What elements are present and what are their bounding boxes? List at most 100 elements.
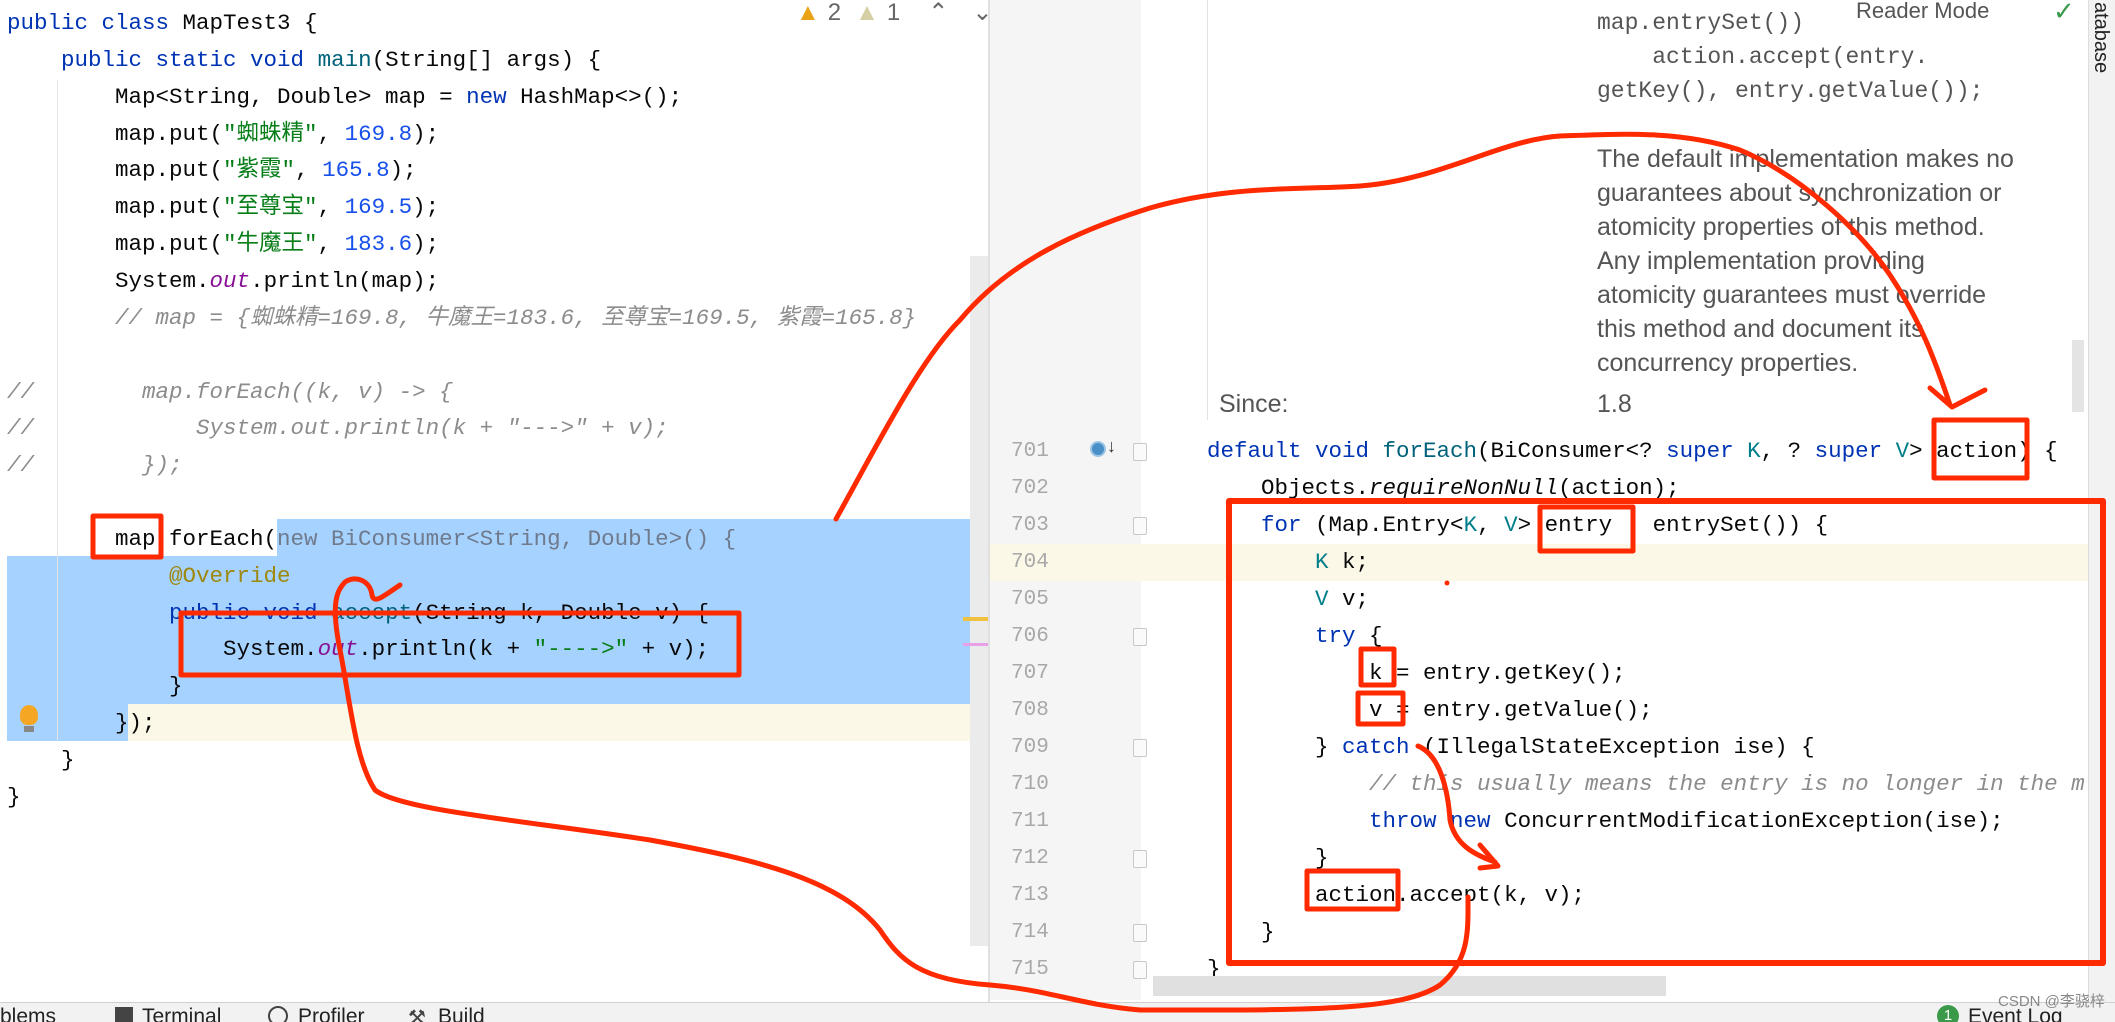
inspection-widget[interactable]: ▲ 2 ▲ 1 ⌃ ⌄ — [796, 0, 988, 27]
horizontal-scrollbar[interactable] — [1153, 976, 1666, 996]
lightbulb-icon[interactable] — [20, 705, 38, 725]
code-token: try — [1207, 623, 1370, 649]
code-line: // map.forEach((k, v) -> { — [7, 374, 453, 411]
fold-marker-icon[interactable] — [1133, 961, 1147, 979]
fold-marker-icon[interactable] — [1133, 924, 1147, 942]
profiler-tab[interactable]: Profiler — [298, 1005, 365, 1022]
code-line: Objects.requireNonNull(action); — [1207, 470, 1680, 507]
code-token: map.put( — [7, 157, 224, 184]
code-line: V v; — [1207, 581, 1369, 618]
code-token: default void — [1207, 438, 1383, 464]
code-token: out — [317, 636, 359, 663]
code-token: System. — [7, 636, 318, 663]
problems-tab[interactable]: blems — [0, 1005, 56, 1022]
code-token: accept — [331, 599, 413, 626]
chevron-up-icon[interactable]: ⌃ — [928, 0, 948, 27]
code-line: // this usually means the entry is no lo… — [1207, 766, 2085, 803]
vertical-scrollbar[interactable] — [970, 256, 988, 946]
database-tab[interactable]: atabase — [2089, 2, 2112, 73]
check-icon: ✓ — [2053, 0, 2075, 26]
code-token: v = entry.getValue(); — [1207, 697, 1653, 723]
code-line: map.put("蜘蛛精", 169.8); — [7, 116, 439, 153]
code-token: , — [317, 194, 345, 221]
line-number: 706 — [1011, 625, 1049, 648]
warning-count: 2 — [827, 0, 842, 26]
code-token: + v); — [628, 636, 710, 663]
code-token: ); — [412, 231, 440, 258]
fold-marker-icon[interactable] — [1133, 443, 1147, 461]
code-token: public class — [7, 10, 183, 36]
code-line: } catch (IllegalStateException ise) { — [1207, 729, 1815, 766]
scroll-marker-warning[interactable] — [963, 617, 988, 621]
fold-marker-icon[interactable] — [1133, 850, 1147, 868]
scroll-marker-info[interactable] — [963, 643, 988, 646]
code-line: System.out.println(map); — [7, 263, 439, 300]
build-tab[interactable]: Build — [438, 1005, 485, 1022]
code-token: System. — [7, 267, 210, 294]
code-token: requireNonNull — [1369, 475, 1559, 501]
doc-line: guarantees about synchronization or — [1597, 179, 2002, 207]
doc-line: this method and document its — [1597, 315, 1924, 343]
code-token: map.put( — [7, 231, 224, 258]
doc-line: atomicity guarantees must override — [1597, 281, 1987, 309]
code-token: V — [1207, 586, 1343, 612]
code-token: (String k, Double v) { — [412, 599, 710, 626]
line-number: 701 — [1011, 440, 1049, 463]
code-token: // }); — [7, 452, 183, 479]
code-token: for — [1207, 512, 1316, 538]
line-number: 714 — [1011, 921, 1049, 944]
code-token: (String[] args) { — [371, 46, 602, 73]
doc-line: concurrency properties. — [1597, 349, 1859, 377]
code-token: "牛魔王" — [223, 231, 318, 258]
weak-warning-count: 1 — [886, 0, 901, 26]
fold-marker-icon[interactable] — [1133, 628, 1147, 646]
code-token: "---->" — [533, 636, 629, 663]
override-icon[interactable] — [1090, 441, 1106, 457]
line-number: 715 — [1011, 958, 1049, 981]
popup-scrollbar[interactable] — [2072, 340, 2084, 412]
code-line: map.put("紫霞", 165.8); — [7, 152, 417, 189]
current-line-highlight — [990, 544, 2090, 581]
code-token: k; — [1342, 549, 1370, 575]
code-token: public static void — [7, 46, 318, 73]
lightbulb-base — [24, 726, 34, 732]
code-token: (IllegalStateException ise) { — [1423, 734, 1815, 760]
code-line: // map = {蜘蛛精=169.8, 牛魔王=183.6, 至尊宝=169.… — [7, 300, 916, 337]
code-token: // map = {蜘蛛精=169.8, 牛魔王=183.6, 至尊宝=169.… — [7, 304, 917, 331]
fold-marker-icon[interactable] — [1133, 517, 1147, 535]
code-token: 169.5 — [344, 194, 413, 221]
code-token: main — [317, 46, 372, 73]
code-token: // map.forEach((k, v) -> { — [7, 378, 453, 405]
code-token: K — [1207, 549, 1343, 575]
code-token: > action) { — [1909, 438, 2058, 464]
editor-right[interactable]: default void forEach(BiConsumer<? super … — [990, 0, 2115, 1000]
code-token: , — [295, 157, 323, 184]
doc-code-block: map.entrySet()) action.accept(entry. get… — [1597, 6, 1983, 108]
event-log-badge: 1 — [1937, 1005, 1959, 1022]
doc-paragraph: The default implementation makes no guar… — [1597, 142, 2014, 380]
fold-marker-icon[interactable] — [1133, 739, 1147, 757]
doc-line: The default implementation makes no — [1597, 145, 2014, 173]
side-tool-strip — [2088, 0, 2115, 1002]
code-token: ConcurrentModificationException(ise); — [1504, 808, 2004, 834]
code-token: { — [1369, 623, 1383, 649]
code-token: // System.out.println(k + "--->" + v); — [7, 415, 669, 442]
code-line: } — [1207, 914, 1275, 951]
editor-left[interactable]: public class MapTest3 { public static vo… — [0, 0, 988, 1000]
code-token: ); — [412, 120, 440, 147]
warning-icon: ▲ — [796, 0, 820, 26]
code-line: public class MapTest3 { — [7, 5, 318, 42]
code-line: throw new ConcurrentModificationExceptio… — [1207, 803, 2004, 840]
code-line: try { — [1207, 618, 1383, 655]
line-number: 703 — [1011, 514, 1049, 537]
code-token: map.put( — [7, 194, 224, 221]
terminal-tab[interactable]: Terminal — [142, 1005, 221, 1022]
code-token: ); — [412, 194, 440, 221]
code-token: @Override — [7, 562, 291, 589]
code-token: map.put( — [7, 120, 224, 147]
code-token: super — [1666, 438, 1748, 464]
line-number: 704 — [1011, 551, 1049, 574]
code-token: } — [7, 783, 21, 810]
code-token: // this usually means the entry is no lo… — [1207, 771, 2085, 797]
chevron-down-icon[interactable]: ⌄ — [972, 0, 988, 27]
